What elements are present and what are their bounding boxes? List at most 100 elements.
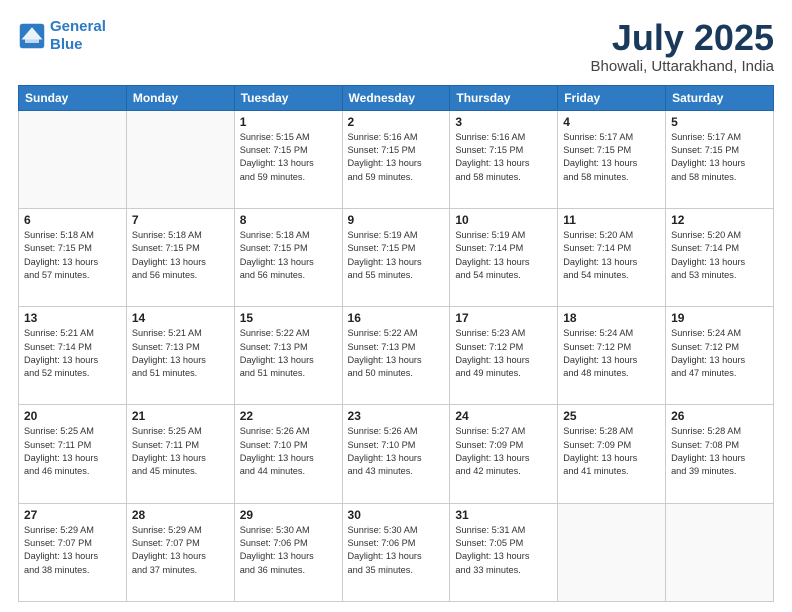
calendar-cell: 24 Sunrise: 5:27 AM Sunset: 7:09 PM Dayli…	[450, 405, 558, 503]
calendar-cell: 3 Sunrise: 5:16 AM Sunset: 7:15 PM Daylig…	[450, 110, 558, 208]
day-number: 31	[455, 508, 552, 522]
calendar-cell: 16 Sunrise: 5:22 AM Sunset: 7:13 PM Dayli…	[342, 307, 450, 405]
day-number: 6	[24, 213, 121, 227]
day-number: 30	[348, 508, 445, 522]
header: General Blue July 2025 Bhowali, Uttarakh…	[18, 18, 774, 75]
calendar-cell: 12 Sunrise: 5:20 AM Sunset: 7:14 PM Dayli…	[666, 208, 774, 306]
day-info: Sunrise: 5:31 AM Sunset: 7:05 PM Dayligh…	[455, 524, 552, 577]
day-number: 16	[348, 311, 445, 325]
day-info: Sunrise: 5:25 AM Sunset: 7:11 PM Dayligh…	[132, 425, 229, 478]
calendar-cell	[558, 503, 666, 601]
day-number: 13	[24, 311, 121, 325]
header-sunday: Sunday	[19, 85, 127, 110]
calendar-cell: 7 Sunrise: 5:18 AM Sunset: 7:15 PM Daylig…	[126, 208, 234, 306]
day-number: 11	[563, 213, 660, 227]
day-info: Sunrise: 5:17 AM Sunset: 7:15 PM Dayligh…	[671, 131, 768, 184]
day-info: Sunrise: 5:28 AM Sunset: 7:08 PM Dayligh…	[671, 425, 768, 478]
day-number: 29	[240, 508, 337, 522]
day-number: 19	[671, 311, 768, 325]
day-number: 22	[240, 409, 337, 423]
day-info: Sunrise: 5:19 AM Sunset: 7:14 PM Dayligh…	[455, 229, 552, 282]
day-number: 21	[132, 409, 229, 423]
calendar-cell: 31 Sunrise: 5:31 AM Sunset: 7:05 PM Dayli…	[450, 503, 558, 601]
header-tuesday: Tuesday	[234, 85, 342, 110]
calendar-cell: 20 Sunrise: 5:25 AM Sunset: 7:11 PM Dayli…	[19, 405, 127, 503]
calendar-cell: 4Sunrise: 5:17 AM Sunset: 7:15 PM Daylig…	[558, 110, 666, 208]
day-info: Sunrise: 5:21 AM Sunset: 7:13 PM Dayligh…	[132, 327, 229, 380]
day-info: Sunrise: 5:29 AM Sunset: 7:07 PM Dayligh…	[24, 524, 121, 577]
calendar-cell: 23Sunrise: 5:26 AM Sunset: 7:10 PM Dayli…	[342, 405, 450, 503]
calendar-cell	[19, 110, 127, 208]
calendar-cell: 8Sunrise: 5:18 AM Sunset: 7:15 PM Daylig…	[234, 208, 342, 306]
day-number: 27	[24, 508, 121, 522]
day-number: 14	[132, 311, 229, 325]
calendar-cell: 27 Sunrise: 5:29 AM Sunset: 7:07 PM Dayli…	[19, 503, 127, 601]
calendar-cell: 13 Sunrise: 5:21 AM Sunset: 7:14 PM Dayli…	[19, 307, 127, 405]
day-number: 17	[455, 311, 552, 325]
day-info: Sunrise: 5:28 AM Sunset: 7:09 PM Dayligh…	[563, 425, 660, 478]
day-info: Sunrise: 5:22 AM Sunset: 7:13 PM Dayligh…	[348, 327, 445, 380]
calendar-cell: 9 Sunrise: 5:19 AM Sunset: 7:15 PM Daylig…	[342, 208, 450, 306]
day-number: 20	[24, 409, 121, 423]
day-info: Sunrise: 5:19 AM Sunset: 7:15 PM Dayligh…	[348, 229, 445, 282]
day-info: Sunrise: 5:27 AM Sunset: 7:09 PM Dayligh…	[455, 425, 552, 478]
header-saturday: Saturday	[666, 85, 774, 110]
day-info: Sunrise: 5:25 AM Sunset: 7:11 PM Dayligh…	[24, 425, 121, 478]
calendar-cell: 30 Sunrise: 5:30 AM Sunset: 7:06 PM Dayli…	[342, 503, 450, 601]
calendar: Sunday Monday Tuesday Wednesday Thursday…	[18, 85, 774, 602]
calendar-cell: 19Sunrise: 5:24 AM Sunset: 7:12 PM Dayli…	[666, 307, 774, 405]
calendar-cell: 2Sunrise: 5:16 AM Sunset: 7:15 PM Daylig…	[342, 110, 450, 208]
day-number: 12	[671, 213, 768, 227]
day-info: Sunrise: 5:20 AM Sunset: 7:14 PM Dayligh…	[563, 229, 660, 282]
header-thursday: Thursday	[450, 85, 558, 110]
day-info: Sunrise: 5:18 AM Sunset: 7:15 PM Dayligh…	[24, 229, 121, 282]
day-number: 5	[671, 115, 768, 129]
logo-text: General Blue	[50, 18, 106, 54]
day-number: 24	[455, 409, 552, 423]
day-number: 2	[348, 115, 445, 129]
calendar-cell: 6 Sunrise: 5:18 AM Sunset: 7:15 PM Daylig…	[19, 208, 127, 306]
calendar-cell: 18 Sunrise: 5:24 AM Sunset: 7:12 PM Dayli…	[558, 307, 666, 405]
day-info: Sunrise: 5:29 AM Sunset: 7:07 PM Dayligh…	[132, 524, 229, 577]
calendar-cell	[666, 503, 774, 601]
day-info: Sunrise: 5:16 AM Sunset: 7:15 PM Dayligh…	[455, 131, 552, 184]
weekday-header-row: Sunday Monday Tuesday Wednesday Thursday…	[19, 85, 774, 110]
header-wednesday: Wednesday	[342, 85, 450, 110]
month-title: July 2025	[591, 18, 774, 58]
calendar-cell: 28Sunrise: 5:29 AM Sunset: 7:07 PM Dayli…	[126, 503, 234, 601]
calendar-week-5: 27 Sunrise: 5:29 AM Sunset: 7:07 PM Dayli…	[19, 503, 774, 601]
day-info: Sunrise: 5:23 AM Sunset: 7:12 PM Dayligh…	[455, 327, 552, 380]
day-info: Sunrise: 5:24 AM Sunset: 7:12 PM Dayligh…	[563, 327, 660, 380]
page: General Blue July 2025 Bhowali, Uttarakh…	[0, 0, 792, 612]
calendar-cell: 22 Sunrise: 5:26 AM Sunset: 7:10 PM Dayli…	[234, 405, 342, 503]
calendar-cell: 14 Sunrise: 5:21 AM Sunset: 7:13 PM Dayli…	[126, 307, 234, 405]
logo-icon	[18, 22, 46, 50]
day-info: Sunrise: 5:20 AM Sunset: 7:14 PM Dayligh…	[671, 229, 768, 282]
calendar-cell: 21 Sunrise: 5:25 AM Sunset: 7:11 PM Dayli…	[126, 405, 234, 503]
calendar-cell: 1Sunrise: 5:15 AM Sunset: 7:15 PM Daylig…	[234, 110, 342, 208]
calendar-cell: 17 Sunrise: 5:23 AM Sunset: 7:12 PM Dayli…	[450, 307, 558, 405]
day-info: Sunrise: 5:17 AM Sunset: 7:15 PM Dayligh…	[563, 131, 660, 184]
day-info: Sunrise: 5:30 AM Sunset: 7:06 PM Dayligh…	[348, 524, 445, 577]
day-number: 9	[348, 213, 445, 227]
day-number: 10	[455, 213, 552, 227]
calendar-cell: 5 Sunrise: 5:17 AM Sunset: 7:15 PM Daylig…	[666, 110, 774, 208]
day-number: 25	[563, 409, 660, 423]
calendar-cell: 26 Sunrise: 5:28 AM Sunset: 7:08 PM Dayli…	[666, 405, 774, 503]
day-info: Sunrise: 5:22 AM Sunset: 7:13 PM Dayligh…	[240, 327, 337, 380]
day-number: 18	[563, 311, 660, 325]
title-section: July 2025 Bhowali, Uttarakhand, India	[591, 18, 774, 75]
calendar-cell: 29 Sunrise: 5:30 AM Sunset: 7:06 PM Dayli…	[234, 503, 342, 601]
calendar-week-3: 13 Sunrise: 5:21 AM Sunset: 7:14 PM Dayli…	[19, 307, 774, 405]
day-number: 3	[455, 115, 552, 129]
day-number: 26	[671, 409, 768, 423]
calendar-cell	[126, 110, 234, 208]
day-info: Sunrise: 5:18 AM Sunset: 7:15 PM Dayligh…	[132, 229, 229, 282]
day-number: 23	[348, 409, 445, 423]
day-number: 7	[132, 213, 229, 227]
day-info: Sunrise: 5:30 AM Sunset: 7:06 PM Dayligh…	[240, 524, 337, 577]
day-info: Sunrise: 5:21 AM Sunset: 7:14 PM Dayligh…	[24, 327, 121, 380]
day-info: Sunrise: 5:26 AM Sunset: 7:10 PM Dayligh…	[240, 425, 337, 478]
day-info: Sunrise: 5:18 AM Sunset: 7:15 PM Dayligh…	[240, 229, 337, 282]
logo: General Blue	[18, 18, 106, 54]
